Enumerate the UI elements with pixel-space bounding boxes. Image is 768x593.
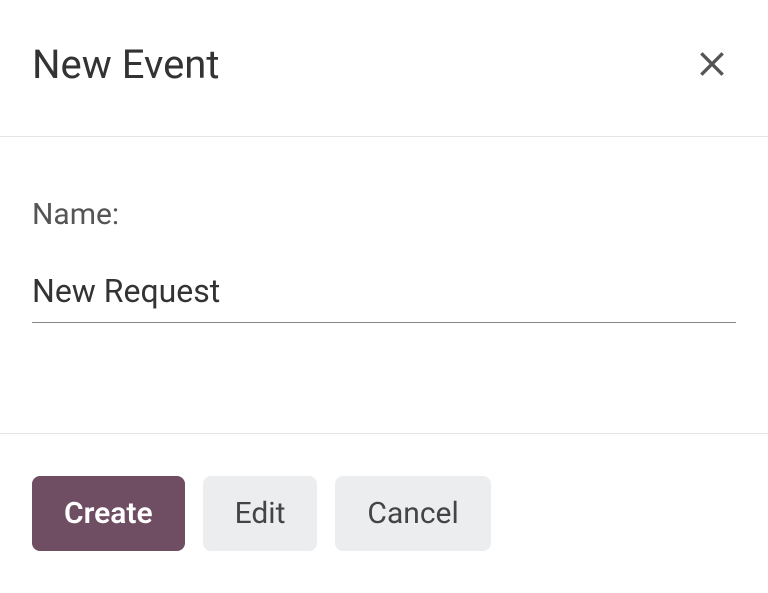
create-button[interactable]: Create	[32, 476, 185, 551]
dialog-header: New Event	[0, 0, 768, 137]
dialog-body: Name:	[0, 137, 768, 434]
name-input[interactable]	[32, 264, 736, 323]
name-label: Name:	[32, 197, 736, 232]
close-icon	[696, 48, 728, 80]
edit-button[interactable]: Edit	[203, 476, 318, 551]
new-event-dialog: New Event Name: Create Edit Cancel	[0, 0, 768, 593]
close-button[interactable]	[688, 40, 736, 88]
dialog-footer: Create Edit Cancel	[0, 434, 768, 593]
cancel-button[interactable]: Cancel	[335, 476, 490, 551]
dialog-title: New Event	[32, 41, 219, 88]
